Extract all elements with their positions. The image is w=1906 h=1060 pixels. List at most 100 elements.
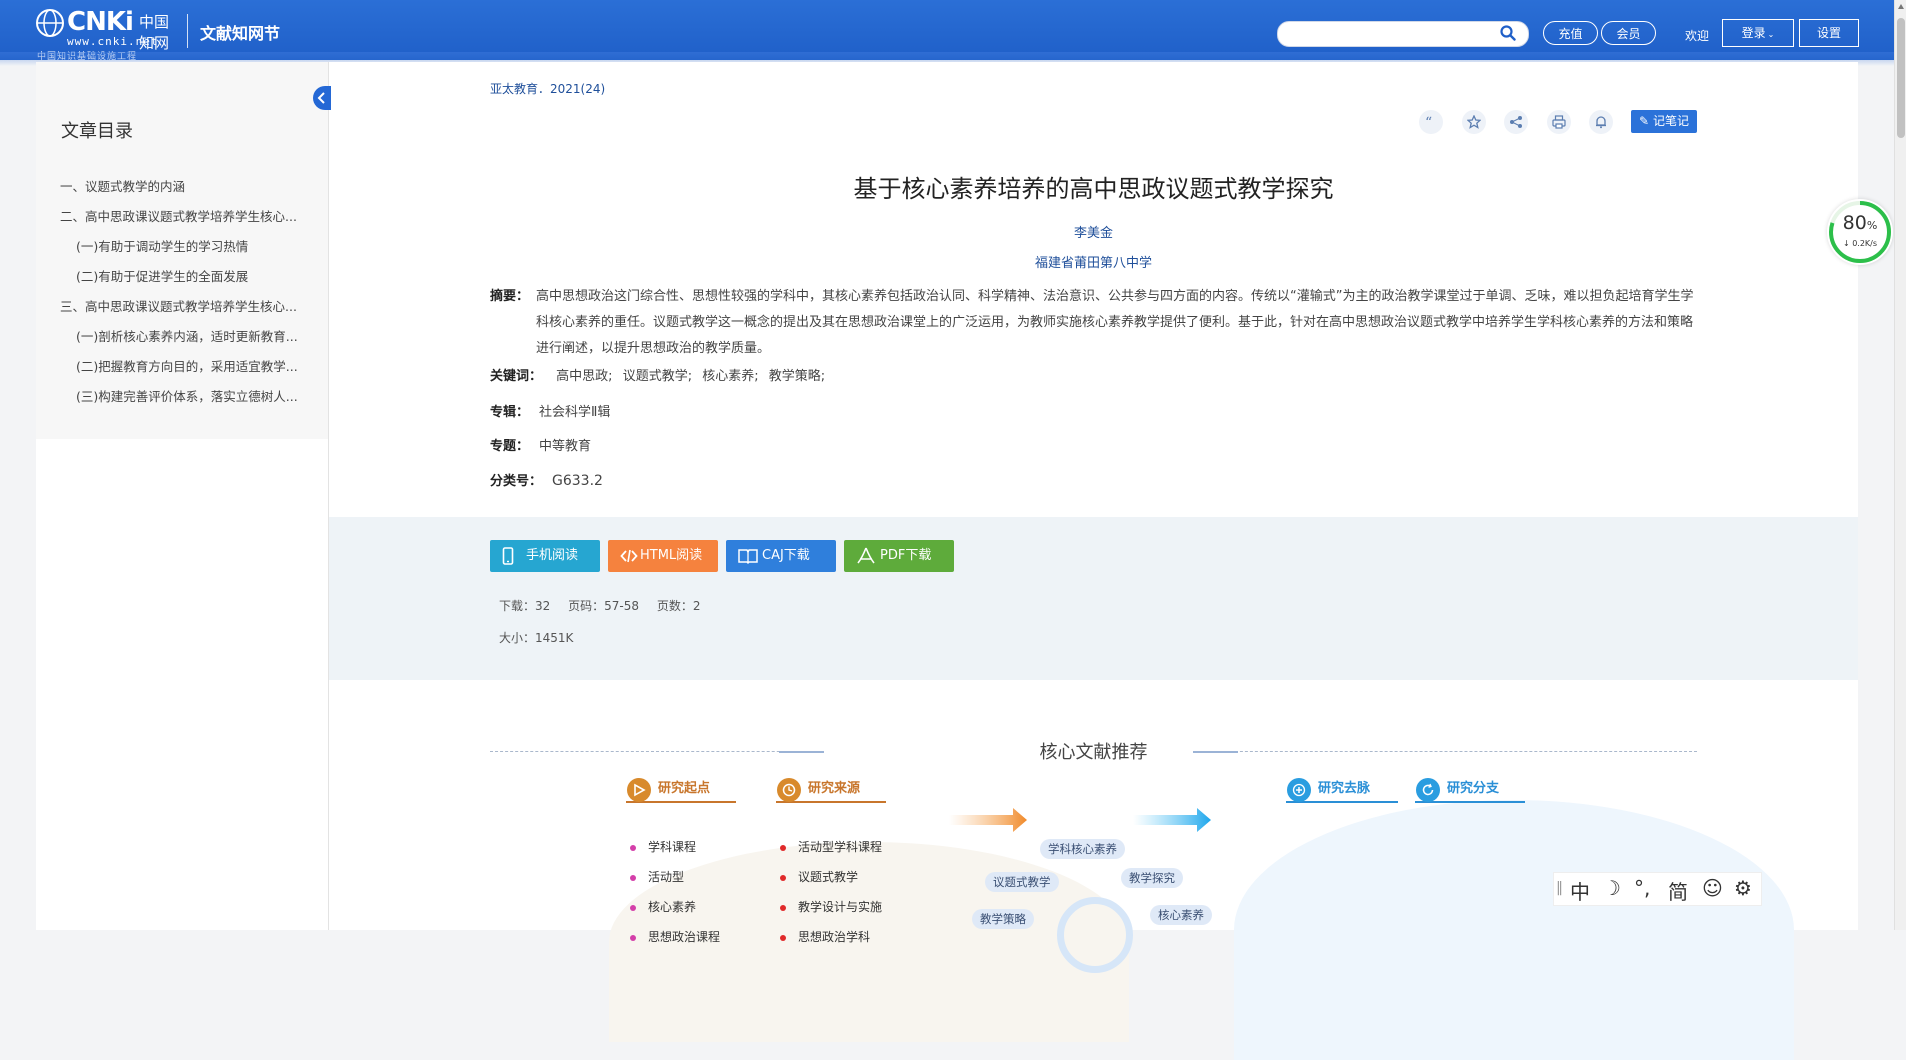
mobile-read-button[interactable]: 手机阅读 — [490, 540, 600, 572]
map-node[interactable]: 议题式教学 — [985, 872, 1059, 892]
toc-list: 一、议题式教学的内涵 二、高中思政课议题式教学培养学生核心... (一)有助于调… — [60, 172, 320, 412]
list-item[interactable]: 学科课程 — [630, 832, 720, 862]
chevron-left-icon — [317, 92, 325, 104]
html-read-button[interactable]: HTML阅读 — [608, 540, 718, 572]
keyword-link[interactable]: 核心素养; — [702, 369, 758, 384]
article-main: 亚太教育．2021(24) “ ✎ 记笔记 基于核心素养培养的高中思政议题式教学… — [329, 62, 1858, 1060]
page-range: 页码：57-58 — [568, 599, 639, 613]
research-branch-label: 研究分支 — [1447, 781, 1500, 796]
keyword-link[interactable]: 教学策略; — [769, 369, 825, 384]
author-link[interactable]: 李美金 — [490, 222, 1697, 241]
settings-button[interactable]: 设置 — [1799, 19, 1859, 47]
logo-url-text: www.cnki.net — [67, 35, 159, 48]
clock-icon — [777, 778, 801, 802]
series-row: 专辑： 社会科学Ⅱ辑 — [490, 403, 610, 423]
list-item[interactable]: 议题式教学 — [780, 862, 882, 892]
topic-value: 中等教育 — [539, 439, 592, 454]
caj-download-label: CAJ下载 — [762, 548, 810, 563]
research-source-heading[interactable]: 研究来源 — [776, 777, 886, 803]
plus-icon — [1287, 778, 1311, 802]
map-node[interactable]: 学科核心素养 — [1040, 839, 1125, 859]
abstract-text: 高中思想政治这门综合性、思想性较强的学科中，其核心素养包括政治认同、科学精神、法… — [536, 289, 1694, 356]
network-speed-widget[interactable]: 80% ↓ 0.2K/s — [1827, 199, 1893, 265]
pdf-icon — [857, 547, 875, 564]
topic-label: 专题： — [490, 439, 530, 454]
topic-row: 专题： 中等教育 — [490, 437, 591, 457]
scroll-up-arrow-icon[interactable] — [1898, 4, 1904, 9]
cite-icon[interactable]: “ — [1419, 110, 1443, 134]
caj-download-button[interactable]: CAJ下载 — [726, 540, 836, 572]
list-item[interactable]: 活动型学科课程 — [780, 832, 882, 862]
toc-item[interactable]: 二、高中思政课议题式教学培养学生核心... — [60, 202, 320, 232]
toc-item[interactable]: (一)剖析核心素养内涵，适时更新教育... — [60, 322, 320, 352]
map-node[interactable]: 教学策略 — [972, 909, 1034, 929]
journal-issue-link[interactable]: 亚太教育．2021(24) — [490, 80, 605, 97]
top-header: CNKi 中国知网 www.cnki.net 中国知识基础设施工程 文献知网节 … — [0, 0, 1894, 66]
pdf-download-button[interactable]: PDF下载 — [844, 540, 954, 572]
pencil-icon: ✎ — [1639, 114, 1650, 128]
research-source-label: 研究来源 — [808, 781, 861, 796]
toc-blank-area — [36, 439, 329, 930]
map-background — [1234, 800, 1794, 1060]
take-note-label: 记笔记 — [1652, 114, 1689, 128]
article-title: 基于核心素养培养的高中思政议题式教学探究 — [853, 175, 1334, 203]
keyword-link[interactable]: 高中思政; — [556, 369, 612, 384]
smile-icon[interactable]: ☺ — [1702, 876, 1723, 900]
ime-chinese-toggle[interactable]: 中 — [1570, 876, 1590, 905]
toc-collapse-button[interactable] — [313, 86, 331, 110]
toc-item[interactable]: (二)把握教育方向目的，采用适宜教学... — [60, 352, 320, 382]
login-label: 登录 — [1741, 26, 1766, 40]
research-trend-heading[interactable]: 研究去脉 — [1286, 777, 1398, 803]
affiliation-link[interactable]: 福建省莆田第八中学 — [490, 252, 1697, 271]
list-item[interactable]: 教学设计与实施 — [780, 892, 882, 922]
ime-simplified-toggle[interactable]: 简 — [1668, 876, 1688, 905]
page-scrollbar[interactable] — [1894, 0, 1906, 930]
toc-item[interactable]: (三)构建完善评价体系，落实立德树人... — [60, 382, 320, 412]
search-icon[interactable] — [1500, 25, 1516, 41]
toc-item[interactable]: 一、议题式教学的内涵 — [60, 172, 320, 202]
toc-item[interactable]: 三、高中思政课议题式教学培养学生核心... — [60, 292, 320, 322]
star-icon[interactable] — [1462, 110, 1486, 134]
svg-text:“: “ — [1425, 115, 1432, 129]
map-node[interactable]: 教学探究 — [1121, 868, 1183, 888]
print-icon[interactable] — [1547, 110, 1571, 134]
speed-percent: 80% — [1842, 212, 1878, 234]
map-center-node — [1057, 897, 1133, 973]
list-item[interactable]: 思想政治课程 — [630, 922, 720, 952]
list-item[interactable]: 核心素养 — [630, 892, 720, 922]
toc-item[interactable]: (一)有助于调动学生的学习热情 — [60, 232, 320, 262]
class-row: 分类号： G633.2 — [490, 471, 603, 492]
take-note-button[interactable]: ✎ 记笔记 — [1631, 110, 1697, 133]
pdf-download-label: PDF下载 — [880, 548, 932, 563]
bell-icon[interactable] — [1589, 110, 1613, 134]
research-branch-heading[interactable]: 研究分支 — [1415, 777, 1525, 803]
blue-arrow-icon — [1133, 808, 1211, 832]
recommend-title: 核心文献推荐 — [1039, 742, 1148, 763]
toc-title: 文章目录 — [61, 121, 133, 142]
logo-divider — [187, 14, 188, 48]
logo-sub-text: 中国知识基础设施工程 — [37, 52, 138, 62]
list-item[interactable]: 活动型 — [630, 862, 720, 892]
punctuation-toggle[interactable]: °, — [1634, 876, 1650, 900]
scroll-thumb[interactable] — [1897, 18, 1905, 138]
download-stats: 下载：32 页码：57-58 页数：2 — [499, 597, 714, 614]
refresh-icon — [1416, 778, 1440, 802]
html-read-label: HTML阅读 — [640, 548, 703, 563]
toc-item[interactable]: (二)有助于促进学生的全面发展 — [60, 262, 320, 292]
moon-icon[interactable]: ☽ — [1603, 876, 1621, 900]
list-item[interactable]: 思想政治学科 — [780, 922, 882, 952]
gear-icon[interactable]: ⚙ — [1734, 876, 1752, 900]
member-button[interactable]: 会员 — [1601, 21, 1656, 45]
ime-toolbar: ‖ 中 ☽ °, 简 ☺ ⚙ — [1553, 872, 1762, 906]
search-input[interactable] — [1290, 22, 1504, 46]
page-count: 页数：2 — [656, 599, 701, 613]
login-button[interactable]: 登录 ⌄ — [1722, 19, 1794, 47]
keyword-link[interactable]: 议题式教学; — [623, 369, 692, 384]
map-node[interactable]: 核心素养 — [1150, 905, 1212, 925]
share-icon[interactable] — [1504, 110, 1528, 134]
research-start-heading[interactable]: 研究起点 — [626, 777, 736, 803]
keywords-label: 关键词： — [490, 369, 543, 384]
cnki-logo[interactable]: CNKi 中国知网 www.cnki.net 中国知识基础设施工程 — [35, 7, 175, 62]
recharge-button[interactable]: 充值 — [1543, 21, 1598, 45]
file-size: 大小：1451K — [499, 631, 574, 645]
